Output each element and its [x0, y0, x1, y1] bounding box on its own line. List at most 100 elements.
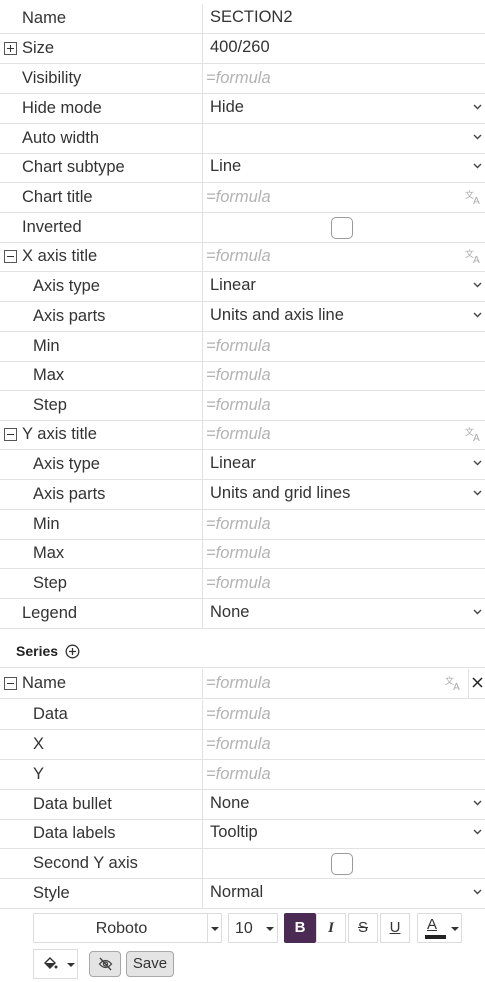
prop-label: Data	[33, 705, 68, 723]
collapse-icon[interactable]	[4, 428, 17, 441]
size-field[interactable]: 400/260	[202, 34, 485, 63]
series-y-formula-input[interactable]: =formula	[202, 760, 485, 789]
hide-mode-select[interactable]: Hide	[202, 94, 485, 123]
legend-select[interactable]: None	[202, 599, 485, 628]
data-labels-select[interactable]: Tooltip	[202, 819, 485, 848]
prop-row-hide-mode: Hide mode Hide	[0, 94, 485, 124]
prop-row-x-min: Min =formula	[0, 332, 485, 362]
dropdown-arrow-icon[interactable]	[449, 914, 461, 942]
prop-row-y-max: Max =formula	[0, 539, 485, 569]
save-button[interactable]: Save	[126, 951, 174, 977]
text-color-swatch	[425, 935, 446, 939]
x-axis-title-formula-input[interactable]: =formula 文A	[202, 242, 485, 271]
y-max-formula-input[interactable]: =formula	[202, 539, 485, 568]
prop-label: Data labels	[33, 824, 116, 842]
formula-placeholder: =formula	[206, 735, 271, 753]
translate-icon[interactable]: 文A	[465, 189, 483, 205]
plus-circle-icon[interactable]	[65, 644, 80, 659]
prop-label: Axis type	[33, 455, 100, 473]
collapse-icon[interactable]	[4, 677, 17, 690]
font-family-select[interactable]: Roboto	[33, 913, 222, 943]
chart-subtype-select[interactable]: Line	[202, 153, 485, 182]
translate-icon[interactable]: 文A	[465, 248, 483, 264]
formula-placeholder: =formula	[206, 247, 271, 265]
eye-off-icon	[98, 957, 113, 971]
prop-row-x-axis-type: Axis type Linear	[0, 272, 485, 302]
fill-color-button[interactable]	[33, 949, 78, 979]
chevron-down-icon	[473, 460, 482, 466]
underline-button[interactable]: U	[380, 913, 410, 943]
text-color-icon: A	[427, 916, 438, 933]
x-step-formula-input[interactable]: =formula	[202, 391, 485, 420]
font-size-select[interactable]: 10	[228, 913, 278, 943]
hide-button[interactable]	[89, 951, 121, 977]
prop-row-inverted: Inverted	[0, 213, 485, 243]
x-axis-type-select[interactable]: Linear	[202, 272, 485, 301]
prop-label: Chart subtype	[22, 158, 125, 176]
data-bullet-select[interactable]: None	[202, 790, 485, 819]
prop-row-x-max: Max =formula	[0, 361, 485, 391]
prop-label: Data bullet	[33, 795, 112, 813]
collapse-icon[interactable]	[4, 250, 17, 263]
name-field[interactable]: SECTION2	[202, 4, 485, 33]
dropdown-arrow-icon[interactable]	[207, 914, 221, 942]
x-axis-parts-select[interactable]: Units and axis line	[202, 302, 485, 331]
series-x-formula-input[interactable]: =formula	[202, 730, 485, 759]
y-axis-type-select[interactable]: Linear	[202, 450, 485, 479]
size-value: 400/260	[210, 38, 270, 56]
prop-row-legend: Legend None	[0, 599, 485, 629]
auto-width-select[interactable]	[202, 124, 485, 153]
chevron-down-icon	[473, 104, 482, 110]
formula-placeholder: =formula	[206, 544, 271, 562]
series-row-y: Y =formula	[0, 760, 485, 790]
style-select[interactable]: Normal	[202, 879, 485, 908]
series-name-formula-input[interactable]: =formula 文A	[202, 669, 469, 698]
chart-title-formula-input[interactable]: =formula 文A	[202, 183, 485, 212]
prop-label: Min	[33, 515, 60, 533]
prop-label: Y axis title	[22, 425, 97, 443]
prop-row-y-min: Min =formula	[0, 510, 485, 540]
x-min-formula-input[interactable]: =formula	[202, 332, 485, 361]
prop-row-y-axis-type: Axis type Linear	[0, 450, 485, 480]
formula-placeholder: =formula	[206, 188, 271, 206]
chevron-down-icon	[473, 800, 482, 806]
svg-text:A: A	[453, 682, 460, 691]
series-data-formula-input[interactable]: =formula	[202, 700, 485, 729]
prop-row-x-axis-title: X axis title =formula 文A	[0, 242, 485, 272]
y-axis-title-formula-input[interactable]: =formula 文A	[202, 420, 485, 449]
name-value: SECTION2	[210, 8, 293, 26]
y-step-formula-input[interactable]: =formula	[202, 569, 485, 598]
formula-placeholder: =formula	[206, 396, 271, 414]
text-color-button[interactable]: A	[417, 913, 462, 943]
italic-button[interactable]: I	[316, 913, 346, 943]
expand-icon[interactable]	[4, 42, 17, 55]
x-max-formula-input[interactable]: =formula	[202, 361, 485, 390]
prop-label: Size	[22, 39, 55, 57]
y-min-formula-input[interactable]: =formula	[202, 510, 485, 539]
bold-button[interactable]: B	[284, 913, 316, 943]
series-row-data-bullet: Data bullet None	[0, 790, 485, 820]
second-y-axis-checkbox[interactable]	[331, 853, 353, 875]
chevron-down-icon	[473, 134, 482, 140]
formula-placeholder: =formula	[206, 674, 271, 692]
prop-row-chart-subtype: Chart subtype Line	[0, 153, 485, 183]
delete-series-button[interactable]	[468, 669, 485, 698]
select-value: Linear	[210, 454, 256, 472]
select-value: Tooltip	[210, 823, 258, 841]
series-row-name: Name =formula 文A	[0, 669, 485, 699]
translate-icon[interactable]: 文A	[445, 675, 463, 691]
prop-label: Step	[33, 574, 67, 592]
inverted-checkbox[interactable]	[331, 217, 353, 239]
prop-label: Y	[33, 765, 45, 783]
translate-icon[interactable]: 文A	[465, 426, 483, 442]
prop-label: Max	[33, 366, 65, 384]
visibility-formula-input[interactable]: =formula	[202, 64, 485, 93]
y-axis-parts-select[interactable]: Units and grid lines	[202, 480, 485, 509]
font-size-value: 10	[235, 920, 253, 937]
prop-row-visibility: Visibility =formula	[0, 64, 485, 94]
dropdown-arrow-icon[interactable]	[263, 914, 277, 942]
dropdown-arrow-icon[interactable]	[65, 950, 77, 978]
select-value: Units and axis line	[210, 306, 344, 324]
strikethrough-button[interactable]: S	[348, 913, 378, 943]
inverted-cell	[202, 213, 485, 242]
